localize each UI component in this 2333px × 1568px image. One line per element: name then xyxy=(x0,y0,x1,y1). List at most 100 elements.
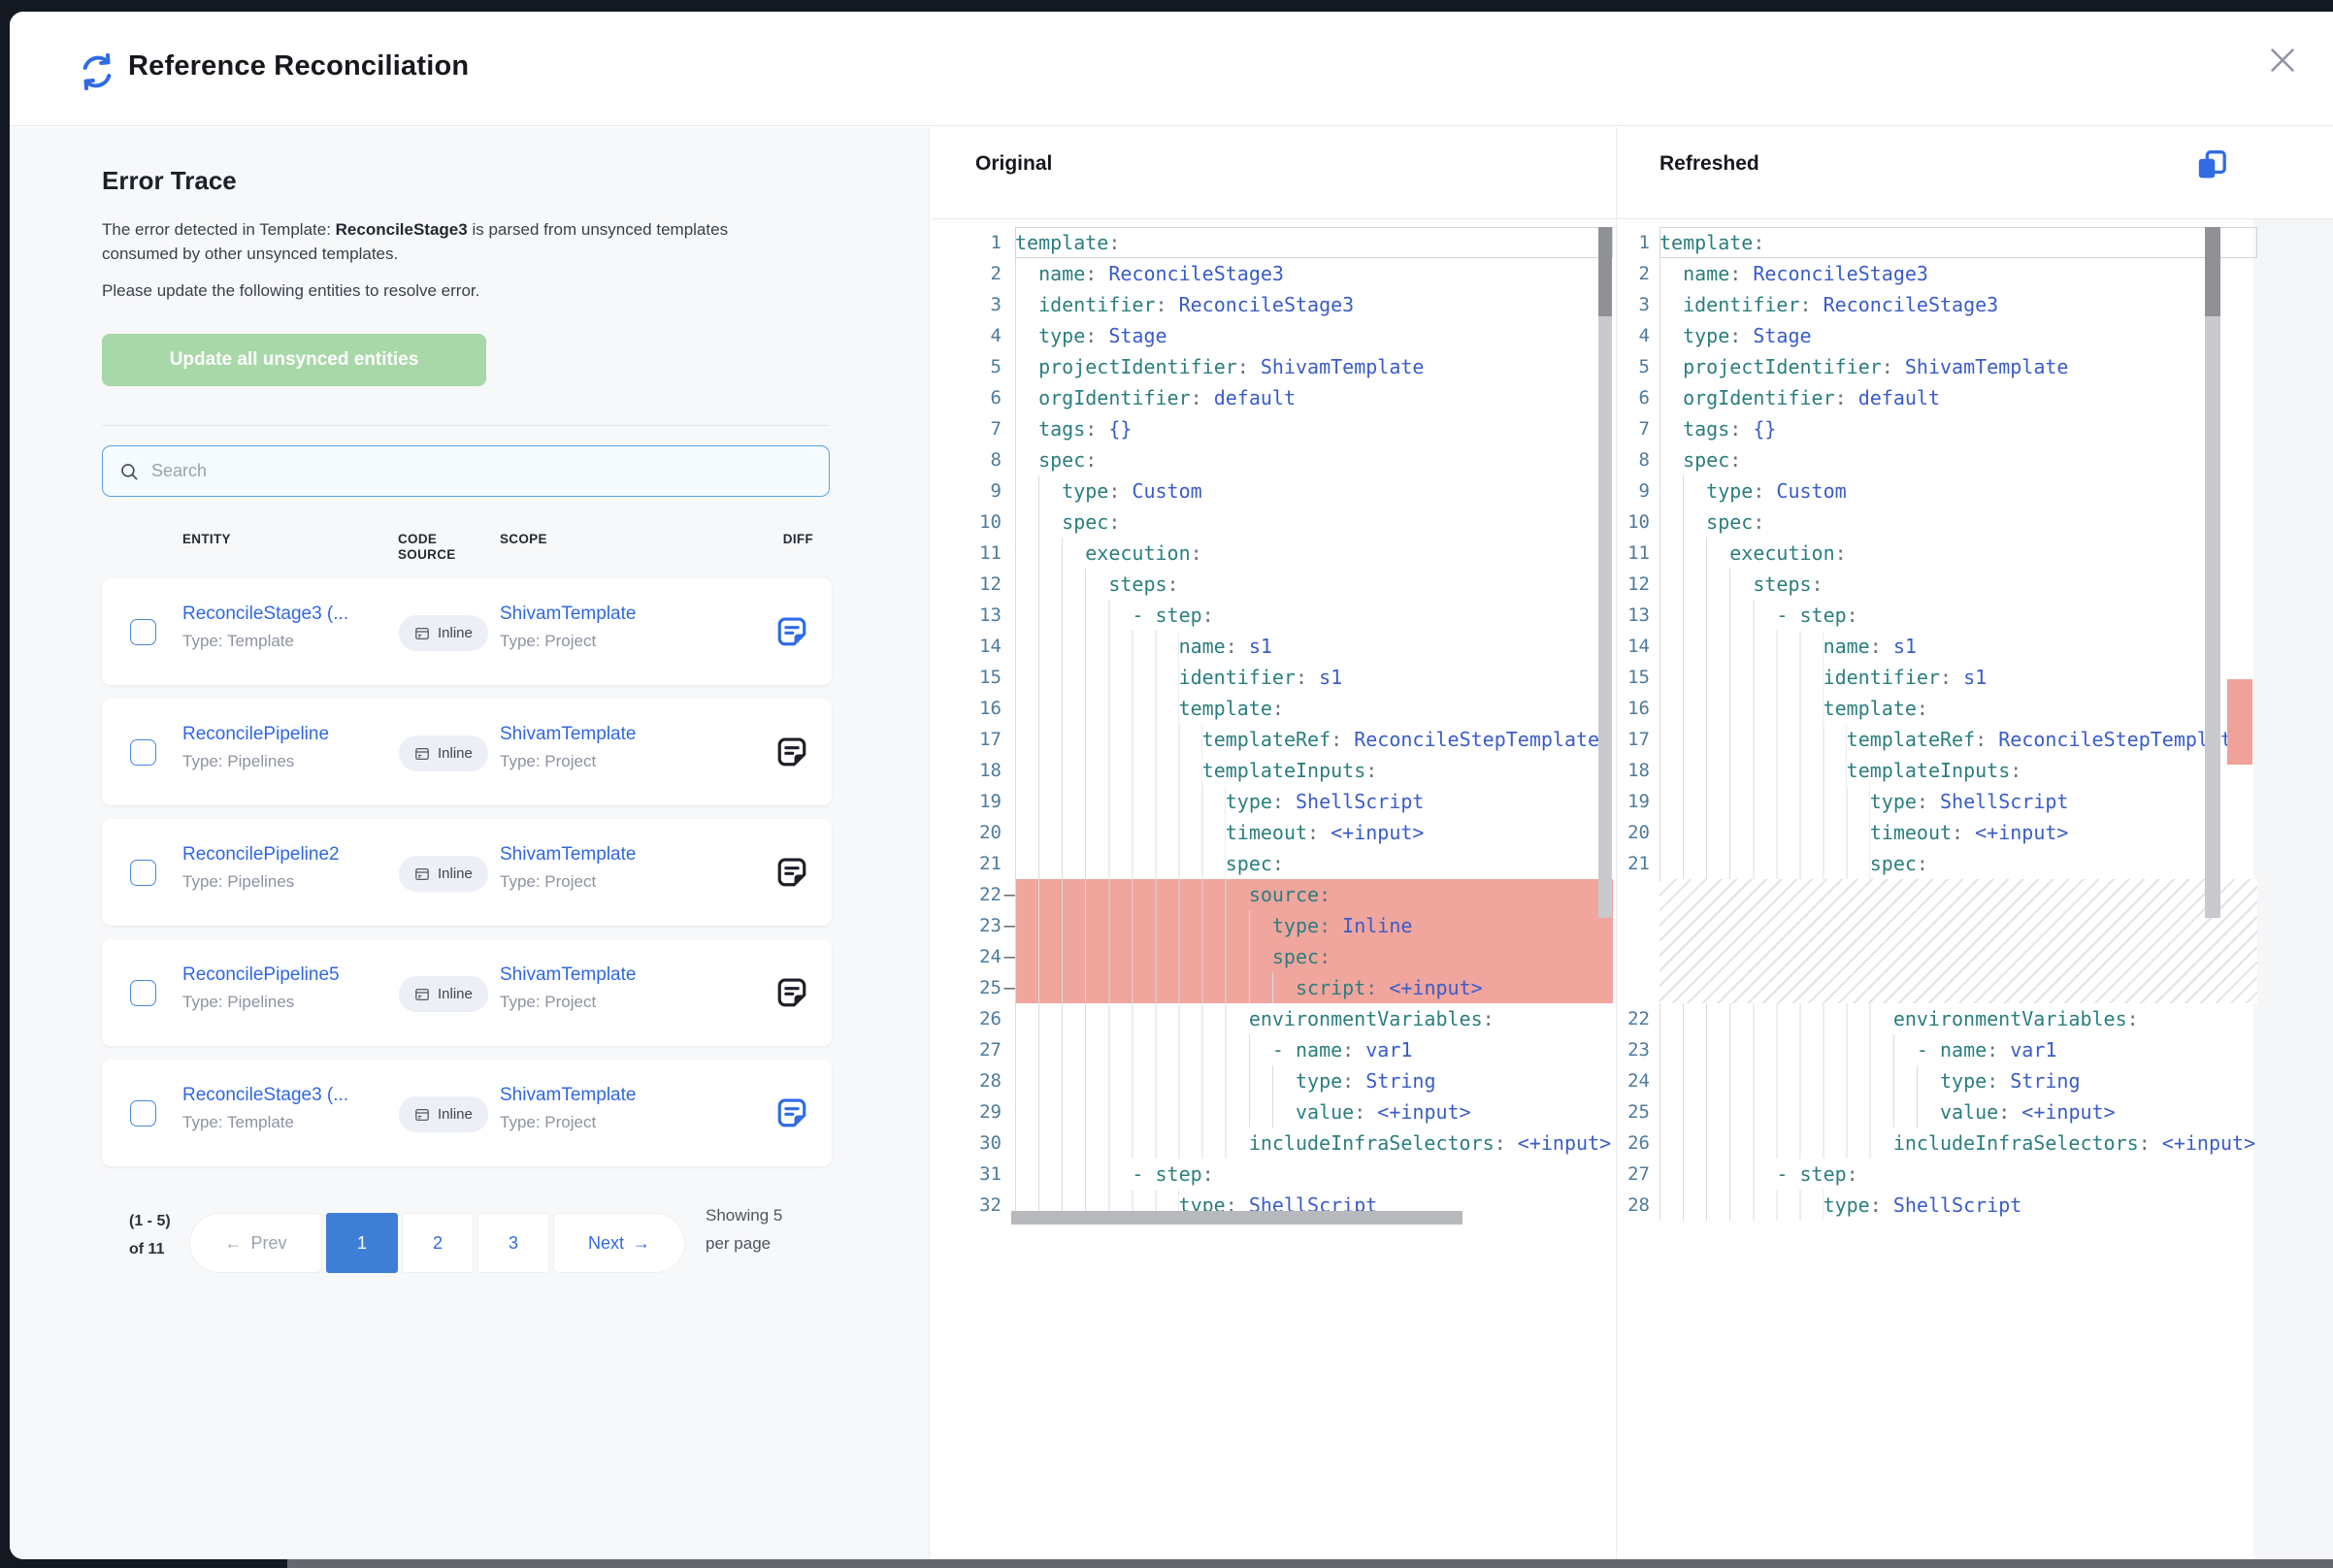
copy-icon[interactable] xyxy=(2195,148,2228,181)
line-number: 32 xyxy=(939,1190,1015,1221)
search-input[interactable] xyxy=(151,461,813,481)
line-number: 7 xyxy=(939,413,1015,444)
code-line: 22—source: xyxy=(939,879,1613,910)
table-row: ReconcilePipeline2Type: Pipelines Inline… xyxy=(102,819,832,926)
code-line: 16template: xyxy=(1617,693,2257,724)
row-checkbox[interactable] xyxy=(130,739,156,766)
error-trace-panel: Error Trace The error detected in Templa… xyxy=(10,127,930,1559)
scope-link[interactable]: ShivamTemplate xyxy=(500,844,636,866)
close-icon[interactable] xyxy=(2265,43,2300,78)
pagination-buttons: ←Prev 123 Next→ xyxy=(189,1213,685,1273)
original-vertical-scrollbar[interactable] xyxy=(1598,227,1612,918)
next-page-button[interactable]: Next→ xyxy=(553,1213,685,1273)
line-number: 31 xyxy=(939,1159,1015,1190)
refreshed-code-editor[interactable]: 1template:2name: ReconcileStage33identif… xyxy=(1617,227,2257,1221)
code-line: 6orgIdentifier: default xyxy=(1617,382,2257,413)
code-line: 2name: ReconcileStage3 xyxy=(939,258,1613,289)
page-horizontal-scrollbar[interactable] xyxy=(287,1558,2333,1568)
entity-link[interactable]: ReconcileStage3 (... xyxy=(182,1085,348,1106)
code-line: 17templateRef: ReconcileStepTemplate xyxy=(939,724,1613,755)
deleted-line-marker: — xyxy=(1004,972,1015,1003)
code-line: 5projectIdentifier: ShivamTemplate xyxy=(1617,351,2257,382)
code-line-content: environmentVariables: xyxy=(1015,1003,1613,1034)
code-line-content: spec: xyxy=(1659,506,2257,538)
original-panel-title: Original xyxy=(975,152,1052,176)
code-line: 8spec: xyxy=(1617,444,2257,475)
scope-type-label: Type: Project xyxy=(500,1113,636,1132)
code-line: 23—type: Inline xyxy=(939,910,1613,941)
page-button-2[interactable]: 2 xyxy=(402,1213,474,1273)
scope-link[interactable]: ShivamTemplate xyxy=(500,604,636,625)
scope-link[interactable]: ShivamTemplate xyxy=(500,724,636,745)
code-line-content: type: String xyxy=(1659,1065,2257,1096)
line-number: 8 xyxy=(1617,444,1659,475)
code-line-content: type: Custom xyxy=(1659,475,2257,506)
column-diff: DIFF xyxy=(755,532,813,546)
line-number: 25 xyxy=(1617,1096,1659,1127)
column-code-source: CODE SOURCE xyxy=(398,532,468,563)
entity-cell: ReconcilePipeline2Type: Pipelines xyxy=(182,844,340,892)
code-source-badge: Inline xyxy=(399,976,488,1012)
dialog-header: Reference Reconciliation xyxy=(10,12,2333,126)
line-number: 27 xyxy=(939,1034,1015,1065)
row-checkbox[interactable] xyxy=(130,860,156,886)
code-line: 5projectIdentifier: ShivamTemplate xyxy=(939,351,1613,382)
line-number: 18 xyxy=(1617,755,1659,786)
line-number: 20 xyxy=(1617,817,1659,848)
diff-icon[interactable] xyxy=(774,975,809,1010)
entity-cell: ReconcilePipelineType: Pipelines xyxy=(182,724,329,771)
code-line: 29value: <+input> xyxy=(939,1096,1613,1127)
table-row: ReconcileStage3 (...Type: Template Inlin… xyxy=(102,578,832,685)
line-number: 26 xyxy=(1617,1127,1659,1159)
code-line-content: spec: xyxy=(1015,941,1613,972)
code-line-content: name: s1 xyxy=(1015,631,1613,662)
code-line: 19type: ShellScript xyxy=(939,786,1613,817)
code-line: 14name: s1 xyxy=(939,631,1613,662)
update-all-unsynced-entities-button[interactable]: Update all unsynced entities xyxy=(102,334,486,386)
code-line-content: type: ShellScript xyxy=(1659,786,2257,817)
original-horizontal-scrollbar[interactable] xyxy=(1011,1211,1462,1225)
row-checkbox[interactable] xyxy=(130,619,156,645)
code-line: 31- step: xyxy=(939,1159,1613,1190)
line-number: 3 xyxy=(939,289,1015,320)
entity-cell: ReconcileStage3 (...Type: Template xyxy=(182,604,348,651)
line-number: 2 xyxy=(1617,258,1659,289)
line-number: 30 xyxy=(939,1127,1015,1159)
table-row: ReconcileStage3 (...Type: Template Inlin… xyxy=(102,1060,832,1166)
page-button-3[interactable]: 3 xyxy=(477,1213,549,1273)
entity-link[interactable]: ReconcilePipeline2 xyxy=(182,844,340,866)
code-line: 26environmentVariables: xyxy=(939,1003,1613,1034)
code-line: 14name: s1 xyxy=(1617,631,2257,662)
code-line: 25—script: <+input> xyxy=(939,972,1613,1003)
line-number: 22— xyxy=(939,879,1015,910)
diff-area: Original Refreshed 1template:2name: Reco… xyxy=(931,127,2333,1559)
line-number: 4 xyxy=(1617,320,1659,351)
diff-icon[interactable] xyxy=(774,614,809,649)
prev-page-button[interactable]: ←Prev xyxy=(189,1213,322,1273)
line-number: 29 xyxy=(939,1096,1015,1127)
refreshed-vertical-scrollbar[interactable] xyxy=(2205,227,2220,918)
original-vertical-scrollbar-thumb[interactable] xyxy=(1598,227,1612,316)
original-code-editor[interactable]: 1template:2name: ReconcileStage33identif… xyxy=(939,227,1613,1221)
refreshed-vertical-scrollbar-thumb[interactable] xyxy=(2205,227,2220,316)
code-line-content: template: xyxy=(1659,693,2257,724)
code-line-content: projectIdentifier: ShivamTemplate xyxy=(1015,351,1613,382)
code-line-content: spec: xyxy=(1015,506,1613,538)
diff-icon[interactable] xyxy=(774,855,809,890)
code-line: 4type: Stage xyxy=(1617,320,2257,351)
scope-link[interactable]: ShivamTemplate xyxy=(500,964,636,986)
diff-icon[interactable] xyxy=(774,1095,809,1130)
scope-link[interactable]: ShivamTemplate xyxy=(500,1085,636,1106)
code-line-content: identifier: ReconcileStage3 xyxy=(1015,289,1613,320)
diff-icon[interactable] xyxy=(774,735,809,769)
row-checkbox[interactable] xyxy=(130,1100,156,1127)
entity-link[interactable]: ReconcilePipeline xyxy=(182,724,329,745)
code-line: 19type: ShellScript xyxy=(1617,786,2257,817)
code-line: 18templateInputs: xyxy=(939,755,1613,786)
page-button-1[interactable]: 1 xyxy=(326,1213,398,1273)
line-number: 12 xyxy=(1617,569,1659,600)
entity-link[interactable]: ReconcilePipeline5 xyxy=(182,964,340,986)
row-checkbox[interactable] xyxy=(130,980,156,1006)
line-number: 27 xyxy=(1617,1159,1659,1190)
entity-link[interactable]: ReconcileStage3 (... xyxy=(182,604,348,625)
